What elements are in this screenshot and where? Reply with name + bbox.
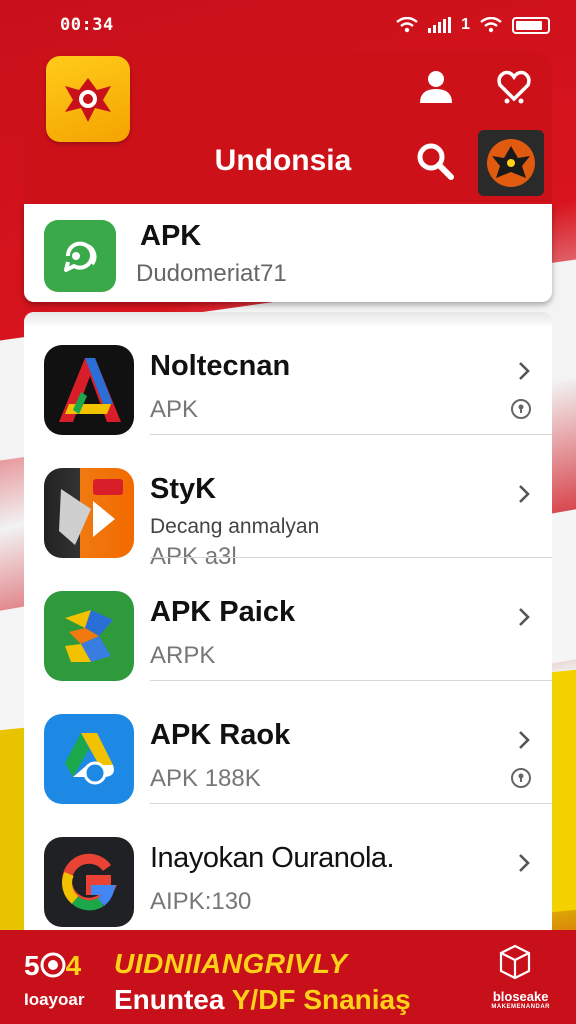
promo-banner[interactable]: 54 Ioayoar UIDNIIANGRIVLY Enuntea Y/DF S… — [0, 930, 576, 1024]
info-icon[interactable] — [510, 767, 532, 789]
list-item[interactable]: Inayokan Ouranola. AIPK:130 — [24, 804, 552, 927]
user-icon[interactable] — [416, 66, 456, 106]
banner-logo-sub: Ioayoar — [24, 990, 85, 1009]
app-subtitle: AIPK:130 — [150, 888, 252, 915]
app-title: APK Raok — [150, 719, 291, 751]
featured-app-card[interactable]: APK Dudomeriat71 — [24, 204, 552, 302]
banner-line: Enuntea Y/DF Snaniaş — [114, 984, 411, 1015]
target-icon — [40, 952, 66, 978]
app-title: StyK — [150, 473, 217, 505]
puzzle-icon — [44, 591, 134, 681]
avatar[interactable] — [478, 130, 544, 196]
info-icon[interactable] — [510, 398, 532, 420]
garuda-logo-icon[interactable] — [46, 56, 130, 142]
app-header: Undonsia — [24, 52, 552, 202]
drive-icon — [44, 714, 134, 804]
app-list: Noltecnan APK StyK Decang anmalyan APK a… — [24, 312, 552, 930]
app-title: APK Paick — [150, 596, 296, 628]
chat-bubble-icon — [44, 220, 116, 292]
list-item[interactable]: APK Raok APK 188K — [24, 681, 552, 804]
wifi-icon — [480, 17, 502, 33]
wifi-icon — [396, 17, 418, 33]
search-icon[interactable] — [414, 140, 456, 182]
chevron-right-icon[interactable] — [514, 729, 534, 751]
chevron-right-icon[interactable] — [514, 483, 534, 505]
status-indicator: 1 — [461, 16, 470, 33]
g-icon — [44, 837, 134, 927]
chevron-right-icon[interactable] — [514, 852, 534, 874]
heart-icon[interactable] — [494, 66, 534, 106]
list-item[interactable]: Noltecnan APK — [24, 312, 552, 435]
list-item[interactable]: StyK Decang anmalyan APK a3l — [24, 435, 552, 570]
banner-logo: 54 — [24, 950, 82, 981]
signal-icon — [428, 17, 452, 33]
status-time: 00:34 — [60, 15, 114, 35]
letter-a-icon — [44, 345, 134, 435]
banner-tag: bloseake MAKEMENANDAR — [491, 989, 550, 1011]
list-item[interactable]: APK Paick ARPK — [24, 558, 552, 681]
app-title: Inayokan Ouranola. — [150, 842, 395, 874]
app-title: Noltecnan — [150, 350, 291, 382]
status-bar: 00:34 1 — [0, 0, 576, 50]
app-subtitle: APK — [150, 396, 199, 423]
page-title: Undonsia — [214, 144, 352, 177]
app-subtitle: APK 188K — [150, 765, 261, 792]
banner-headline: UIDNIIANGRIVLY — [114, 948, 348, 979]
box-icon — [499, 944, 531, 980]
featured-subtitle: Dudomeriat71 — [136, 260, 287, 287]
chevron-right-icon[interactable] — [514, 360, 534, 382]
chevron-right-icon[interactable] — [514, 606, 534, 628]
featured-title: APK — [140, 220, 202, 252]
play-icon — [44, 468, 134, 558]
app-description: Decang anmalyan — [150, 515, 320, 538]
status-icons: 1 — [396, 16, 550, 34]
app-subtitle: ARPK — [150, 642, 216, 669]
battery-icon — [512, 16, 550, 34]
